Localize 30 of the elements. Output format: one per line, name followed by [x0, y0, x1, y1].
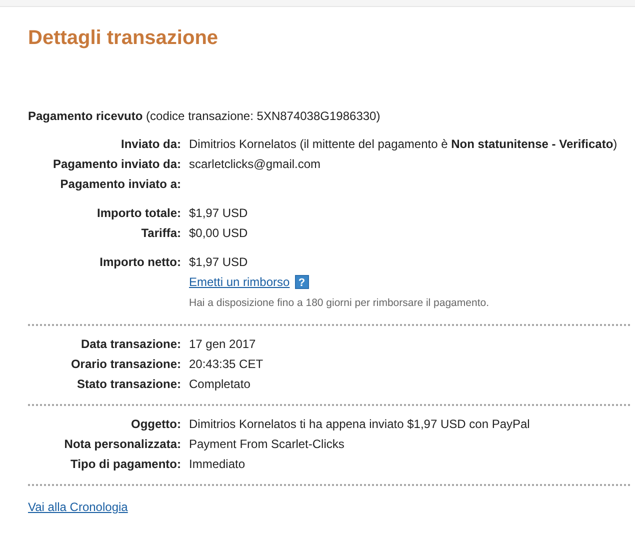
transaction-code: (codice transazione: 5XN874038G1986330) — [146, 109, 380, 123]
field-value: Completato — [189, 376, 252, 393]
field-label: Importo totale: — [96, 205, 181, 222]
field-label: Oggetto: — [130, 416, 181, 433]
history-link[interactable]: Vai alla Cronologia — [28, 500, 128, 514]
field-value: $0,00 USD — [189, 225, 249, 242]
field-label: Importo netto: — [98, 254, 181, 271]
field-label: Data transazione: — [80, 336, 181, 353]
field-value: Immediato — [189, 456, 246, 473]
field-value: 20:43:35 CET — [189, 356, 264, 373]
field-label: Inviato da: — [120, 136, 181, 153]
field-label: Orario transazione: — [70, 356, 181, 373]
field-value: 17 gen 2017 — [189, 336, 257, 353]
field-label: Pagamento inviato a: — [59, 176, 181, 193]
field-label: Stato transazione: — [76, 376, 181, 393]
field-label: Pagamento inviato da: — [52, 156, 181, 173]
refund-link[interactable]: Emetti un rimborso — [189, 272, 290, 292]
field-label: Tariffa: — [140, 225, 181, 242]
field-value: Payment From Scarlet-Clicks — [189, 436, 346, 453]
field-value: $1,97 USD — [189, 205, 249, 222]
refund-note: Hai a disposizione fino a 180 giorni per rimborsare il pagamento. — [189, 296, 490, 311]
field-label: Tipo di pagamento: — [70, 456, 181, 473]
field-value: $1,97 USD — [189, 254, 249, 271]
field-value: Dimitrios Kornelatos ti ha appena inviato $1,97 USD con PayPal — [189, 416, 531, 433]
status-label: Pagamento ricevuto — [28, 109, 143, 123]
help-button[interactable]: ? — [294, 275, 309, 289]
field-label: Nota personalizzata: — [63, 436, 181, 453]
field-value: Dimitrios Kornelatos (il mittente del pagamento è Non statunitense - Verificato) — [189, 136, 618, 153]
page-title: Dettagli transazione — [28, 26, 220, 51]
field-value: scarletclicks@gmail.com — [189, 156, 322, 173]
